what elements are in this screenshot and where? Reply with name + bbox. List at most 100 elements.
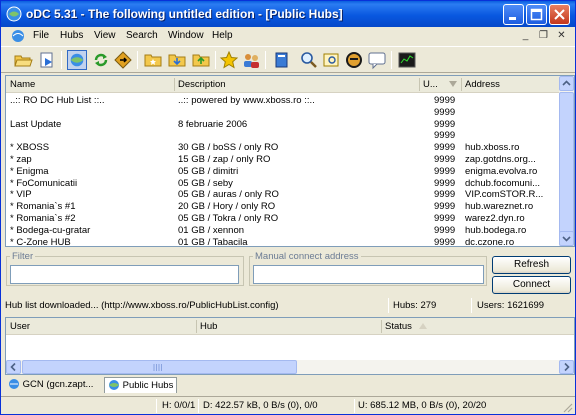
menu-help[interactable]: Help: [212, 30, 233, 41]
hub-users-cell: 9999: [434, 236, 456, 247]
column-header-description[interactable]: Description: [178, 79, 226, 90]
mdi-close-button[interactable]: ✕: [554, 29, 569, 43]
public-hubs-icon[interactable]: [11, 29, 25, 43]
hub-name-cell: * zap: [10, 154, 32, 165]
menu-window[interactable]: Window: [168, 30, 204, 41]
hub-row[interactable]: * FoComunicatii 05 GB / seby 9999 dchub.foc…: [6, 178, 562, 190]
column-divider[interactable]: [381, 320, 382, 333]
menu-file[interactable]: File: [33, 30, 49, 41]
open-folder-button[interactable]: [13, 50, 33, 70]
hub-row[interactable]: 9999: [6, 107, 562, 119]
hub-description-cell: 8 februarie 2006: [178, 118, 248, 130]
hub-row[interactable]: * VIP 05 GB / auras / only RO 9999 VIP.comS…: [6, 189, 562, 201]
status-message: Hub list downloaded... (http://www.xboss…: [5, 300, 279, 311]
search-spy-button[interactable]: [344, 50, 364, 70]
tab-gcn-hub[interactable]: GCN (gcn.zapt...: [5, 377, 104, 393]
public-hubs-button[interactable]: [67, 50, 87, 70]
hub-users-cell: 9999: [434, 95, 456, 106]
sort-descending-icon: [449, 81, 457, 87]
tab-public-hubs[interactable]: Public Hubs: [104, 377, 177, 393]
menu-hubs[interactable]: Hubs: [60, 30, 83, 41]
mdi-minimize-button[interactable]: _: [518, 29, 533, 43]
column-divider[interactable]: [174, 78, 175, 91]
user-list-header: User Hub Status: [6, 318, 574, 335]
hub-row[interactable]: * XBOSS 30 GB / boSS / only RO 9999 hub.xbo…: [6, 142, 562, 154]
filter-input-field[interactable]: [11, 266, 238, 283]
hub-row[interactable]: * zap 15 GB / zap / only RO 9999 zap.gotdns…: [6, 154, 562, 166]
column-header-status[interactable]: Status: [385, 321, 412, 332]
download-status: D: 422.57 kB, 0 B/s (0), 0/0: [203, 400, 318, 411]
refresh-button[interactable]: Refresh: [492, 256, 571, 274]
resize-grip-icon[interactable]: [561, 401, 573, 413]
column-divider[interactable]: [196, 320, 197, 333]
column-divider[interactable]: [419, 78, 420, 91]
scroll-up-button[interactable]: [559, 76, 574, 91]
manual-connect-input-field[interactable]: [254, 266, 483, 283]
maximize-button[interactable]: [526, 4, 547, 25]
toolbar-separator: [137, 51, 138, 69]
minimize-button[interactable]: [503, 4, 524, 25]
spy-icon: [346, 52, 362, 68]
hub-name-cell: * Bodega-cu-gratar: [10, 224, 91, 236]
system-log-button[interactable]: [367, 50, 387, 70]
column-header-hub[interactable]: Hub: [200, 321, 217, 332]
column-header-address[interactable]: Address: [465, 79, 500, 90]
hub-address-cell: dc.czone.ro: [465, 236, 515, 247]
menu-view[interactable]: View: [94, 30, 116, 41]
title-bar[interactable]: oDC 5.31 - The following untitled editio…: [1, 1, 575, 27]
chevron-up-icon: [562, 80, 571, 86]
hub-list[interactable]: Name Description U... Address ..:: RO DC…: [5, 75, 575, 247]
notepad-button[interactable]: [271, 50, 291, 70]
scroll-right-button[interactable]: [559, 360, 574, 374]
filter-input[interactable]: [10, 265, 239, 284]
open-file-button[interactable]: [37, 50, 57, 70]
user-list[interactable]: User Hub Status: [5, 317, 575, 375]
toolbar-separator: [215, 51, 216, 69]
horizontal-scroll-thumb[interactable]: [22, 360, 297, 374]
hub-users-cell: 9999: [434, 177, 456, 189]
column-header-users[interactable]: U...: [423, 79, 438, 90]
scroll-thumb[interactable]: [559, 92, 574, 240]
column-divider[interactable]: [461, 78, 462, 91]
scroll-left-button[interactable]: [6, 360, 21, 374]
hub-row[interactable]: ..:: RO DC Hub List ::.. ..:: powered by …: [6, 95, 562, 107]
hub-row[interactable]: * Romania`s #1 20 GB / Hory / only RO 9999…: [6, 201, 562, 213]
adl-search-button[interactable]: [321, 50, 341, 70]
upload-folder-icon: [192, 54, 210, 67]
hub-name-cell: * Romania`s #2: [10, 213, 76, 224]
hub-row[interactable]: * Romania`s #2 05 GB / Tokra / only RO 999…: [6, 213, 562, 225]
scroll-down-button[interactable]: [559, 231, 574, 246]
menu-search[interactable]: Search: [126, 30, 158, 41]
favorites-button[interactable]: [219, 50, 239, 70]
hubs-status: H: 0/0/1: [162, 400, 196, 411]
close-button[interactable]: [549, 4, 570, 25]
hub-row[interactable]: * Bodega-cu-gratar 01 GB / xennon 9999 hub.…: [6, 225, 562, 237]
user-list-horizontal-scrollbar[interactable]: [6, 360, 574, 374]
column-header-name[interactable]: Name: [10, 79, 35, 90]
favorite-folder-icon: [144, 54, 162, 67]
app-window: oDC 5.31 - The following untitled editio…: [0, 0, 576, 415]
hub-name-cell: * Enigma: [10, 165, 49, 177]
follow-redirect-button[interactable]: [113, 50, 133, 70]
manual-connect-input[interactable]: [253, 265, 484, 284]
favorite-folder-button[interactable]: [143, 50, 163, 70]
hub-list-vertical-scrollbar[interactable]: [559, 76, 574, 246]
upload-folder-button[interactable]: [191, 50, 211, 70]
connect-button[interactable]: Connect: [492, 276, 571, 294]
hub-row[interactable]: 9999: [6, 130, 562, 142]
window-title: oDC 5.31 - The following untitled editio…: [26, 7, 343, 21]
mdi-restore-button[interactable]: ❐: [536, 29, 551, 43]
favorite-users-button[interactable]: [241, 50, 261, 70]
hub-row[interactable]: * C-Zone HUB 01 GB / Tabacila 9999 dc.czone…: [6, 236, 562, 247]
network-stats-button[interactable]: [397, 50, 417, 70]
search-button[interactable]: [299, 50, 319, 70]
hub-address-cell: dchub.focomuni...: [465, 177, 540, 189]
hub-row[interactable]: * Enigma 05 GB / dimitri 9999 enigma.evolva…: [6, 166, 562, 178]
hub-row[interactable]: Last Update 8 februarie 2006 9999: [6, 119, 562, 131]
public-hubs-icon: [109, 380, 119, 390]
hub-description-cell: 05 GB / dimitri: [178, 165, 239, 177]
status-divider: [471, 298, 472, 313]
column-header-user[interactable]: User: [10, 321, 30, 332]
reconnect-button[interactable]: [91, 50, 111, 70]
download-folder-button[interactable]: [167, 50, 187, 70]
